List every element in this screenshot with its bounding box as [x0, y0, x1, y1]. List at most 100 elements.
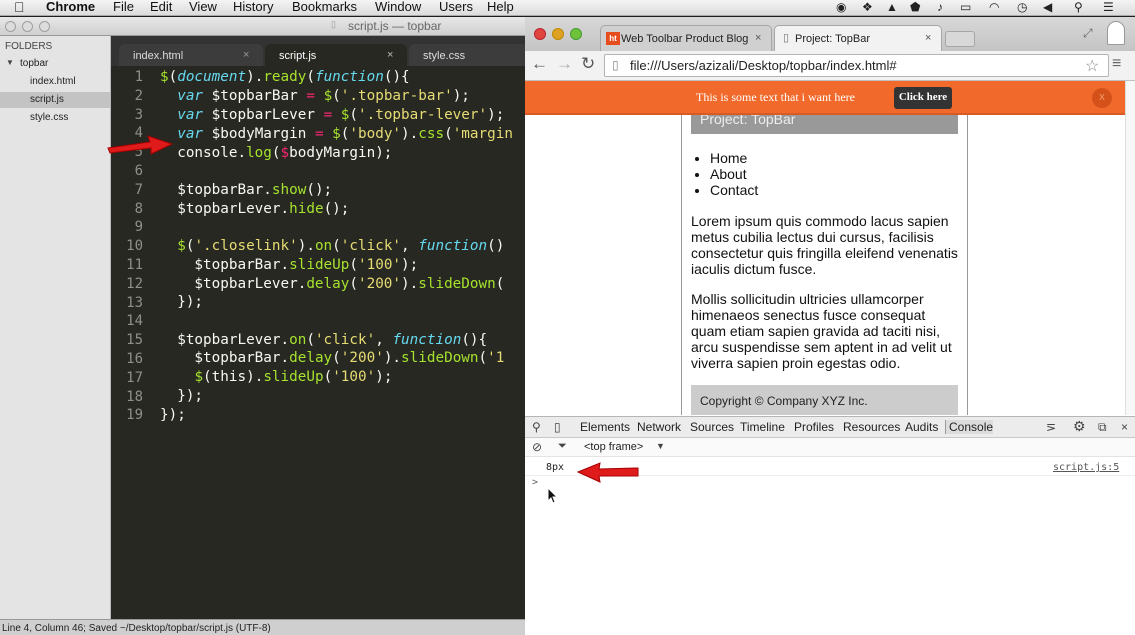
code-line-10: $('.closelink').on('click', function()	[177, 238, 505, 254]
menu-icon[interactable]: ≡	[1112, 55, 1121, 73]
nav-item-about[interactable]: About	[710, 166, 758, 182]
code-line-2: var $topbarBar = $('.topbar-bar');	[177, 88, 470, 104]
tab-audits[interactable]: Audits	[905, 420, 938, 434]
tab-sources[interactable]: Sources	[690, 420, 734, 434]
line-number: 17	[126, 369, 143, 386]
chevron-down-icon[interactable]: ▼	[656, 441, 665, 451]
line-number: 14	[126, 313, 143, 330]
tab-project-topbar[interactable]: ▯ Project: TopBar ×	[774, 25, 942, 51]
tab-web-toolbar-blog[interactable]: ht Web Toolbar Product Blog ×	[600, 25, 772, 51]
tab-close-icon[interactable]: ×	[243, 49, 249, 61]
drive-icon[interactable]: ▲	[886, 0, 898, 14]
profile-icon[interactable]	[1107, 21, 1125, 45]
bell-icon[interactable]: ♪	[937, 0, 943, 14]
tab-profiles[interactable]: Profiles	[794, 420, 834, 434]
mouse-cursor-icon	[547, 487, 559, 504]
nav-item-contact[interactable]: Contact	[710, 182, 758, 198]
tab-close-icon[interactable]: ×	[387, 49, 393, 61]
star-icon[interactable]: ☆	[1085, 56, 1099, 76]
line-number: 3	[134, 106, 143, 123]
menu-app-name[interactable]: Chrome	[46, 0, 95, 14]
page-header: Project: TopBar	[691, 115, 958, 134]
sidebar-item-index-html[interactable]: index.html	[30, 76, 76, 87]
clear-console-icon[interactable]: ⊘	[532, 440, 542, 454]
tab-script-js[interactable]: script.js ×	[265, 44, 407, 66]
dropbox-icon[interactable]: ❖	[862, 0, 873, 14]
sidebar-item-style-css[interactable]: style.css	[30, 112, 68, 123]
target-icon[interactable]: ◉	[836, 0, 846, 14]
menu-window[interactable]: Window	[375, 0, 421, 14]
menu-view[interactable]: View	[189, 0, 217, 14]
forward-arrow-icon[interactable]: →	[556, 54, 573, 74]
nav-item-home[interactable]: Home	[710, 150, 758, 166]
line-number: 6	[134, 163, 143, 179]
code-line-11: $topbarBar.slideUp('100');	[160, 257, 419, 273]
tab-console[interactable]: Console	[945, 420, 994, 434]
apple-icon[interactable]: 	[14, 0, 25, 15]
tab-network[interactable]: Network	[637, 420, 681, 434]
fullscreen-icon[interactable]: ⤢	[1083, 26, 1093, 41]
tab-label: style.css	[423, 50, 466, 62]
tab-label: Web Toolbar Product Blog	[621, 33, 749, 45]
tab-index-html[interactable]: index.html ×	[119, 44, 263, 66]
document-icon: ▯	[331, 19, 336, 29]
list-icon[interactable]: ☰	[1103, 0, 1114, 14]
tab-close-icon[interactable]: ×	[925, 32, 931, 44]
sidebar-item-script-js[interactable]: script.js	[30, 94, 64, 105]
dock-icon[interactable]: ⧉	[1098, 420, 1107, 435]
sidebar-heading: FOLDERS	[5, 41, 53, 52]
tab-elements[interactable]: Elements	[580, 420, 630, 434]
reload-icon[interactable]: ↻	[581, 54, 595, 74]
close-window-button[interactable]	[5, 21, 16, 32]
search-icon[interactable]: ⚲	[532, 420, 541, 434]
close-devtools-icon[interactable]: ×	[1121, 420, 1128, 434]
execute-icon[interactable]: ⋝	[1046, 420, 1056, 434]
console-log-source-link[interactable]: script.js:5	[1053, 462, 1119, 473]
zoom-window-button[interactable]	[570, 28, 582, 40]
topbar-close-button[interactable]: x	[1092, 88, 1112, 108]
tab-timeline[interactable]: Timeline	[740, 420, 785, 434]
line-number: 11	[126, 257, 143, 273]
menu-help[interactable]: Help	[487, 0, 514, 14]
mac-menubar:  Chrome File Edit View History Bookmark…	[0, 0, 1135, 16]
back-arrow-icon[interactable]: ←	[531, 54, 548, 74]
red-arrow-annotation	[576, 462, 639, 483]
sidebar-folder-topbar[interactable]: topbar	[20, 58, 48, 69]
topbar-click-here-button[interactable]: Click here	[894, 87, 952, 109]
console-prompt[interactable]: >	[532, 477, 538, 488]
search-icon[interactable]: ⚲	[1074, 0, 1083, 14]
device-icon[interactable]: ▯	[554, 420, 561, 434]
menu-users[interactable]: Users	[439, 0, 473, 14]
line-number: 13	[126, 294, 143, 311]
line-number: 9	[134, 219, 143, 236]
page-scrollbar[interactable]	[1125, 81, 1135, 415]
tab-resources[interactable]: Resources	[843, 420, 900, 434]
code-line-19: });	[160, 407, 186, 423]
address-bar[interactable]: ▯ file:///Users/azizali/Desktop/topbar/i…	[604, 54, 1109, 77]
battery-icon[interactable]: ▭	[960, 0, 971, 14]
clock-icon[interactable]: ◷	[1017, 0, 1027, 14]
code-line-3: var $topbarLever = $('.topbar-lever');	[177, 107, 505, 123]
tab-close-icon[interactable]: ×	[755, 32, 761, 44]
disclosure-triangle-icon[interactable]: ▼	[6, 58, 14, 67]
volume-icon[interactable]: ◀	[1043, 0, 1052, 14]
wifi-icon[interactable]: ◠	[989, 0, 999, 14]
tab-style-css[interactable]: style.css	[409, 44, 529, 66]
frame-select[interactable]: <top frame>	[584, 441, 643, 453]
page-header-title: Project: TopBar	[700, 115, 796, 127]
minimize-window-button[interactable]	[22, 21, 33, 32]
menu-edit[interactable]: Edit	[150, 0, 172, 14]
new-tab-button[interactable]	[945, 31, 975, 47]
chrome-tabstrip: ht Web Toolbar Product Blog × ▯ Project:…	[525, 17, 1135, 51]
filter-icon[interactable]: ⏷	[558, 440, 567, 453]
shield-icon[interactable]: ⬟	[910, 0, 920, 14]
gear-icon[interactable]: ⚙	[1073, 418, 1086, 435]
tab-label: script.js	[279, 50, 317, 62]
menu-file[interactable]: File	[113, 0, 134, 14]
minimize-window-button[interactable]	[552, 28, 564, 40]
menu-bookmarks[interactable]: Bookmarks	[292, 0, 357, 14]
close-window-button[interactable]	[534, 28, 546, 40]
zoom-window-button[interactable]	[39, 21, 50, 32]
menu-history[interactable]: History	[233, 0, 273, 14]
code-line-18: });	[160, 388, 204, 404]
